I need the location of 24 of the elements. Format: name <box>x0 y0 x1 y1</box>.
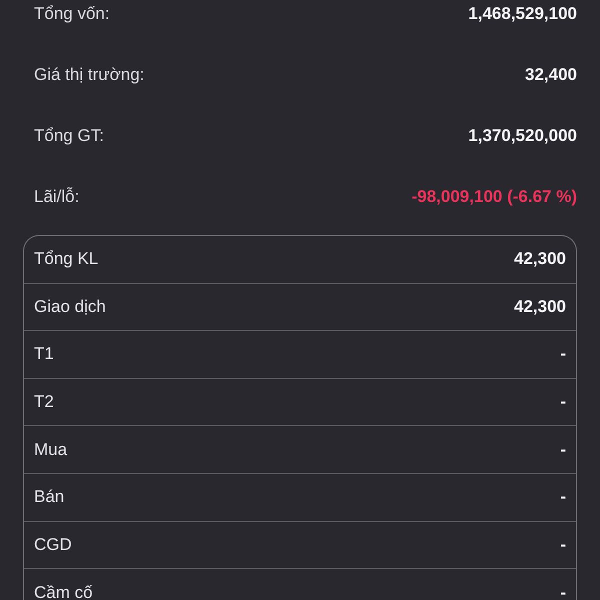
row-label: Giao dịch <box>34 296 106 318</box>
summary-value: 32,400 <box>525 64 577 86</box>
summary-label: Tổng vốn: <box>34 3 110 25</box>
row-label: T1 <box>34 343 54 366</box>
row-value: - <box>560 486 566 508</box>
row-label: CGD <box>34 534 72 556</box>
summary-label: Tổng GT: <box>34 125 104 147</box>
row-value: - <box>560 534 566 556</box>
row-value: - <box>560 438 566 461</box>
summary-value: 1,370,520,000 <box>468 125 577 147</box>
summary-value: 1,468,529,100 <box>468 3 577 25</box>
row-label: Bán <box>34 486 64 508</box>
row-value: - <box>560 391 566 414</box>
row-value: 42,300 <box>514 296 566 318</box>
row-label: T2 <box>34 391 54 414</box>
row-label: Mua <box>34 438 68 461</box>
row-label: Cầm cố <box>34 582 93 600</box>
row-value: 42,300 <box>514 248 566 270</box>
row-value: - <box>560 582 566 600</box>
row-value: - <box>560 343 566 366</box>
row-label: Tổng KL <box>34 248 98 270</box>
summary-label: Giá thị trường: <box>34 64 144 86</box>
summary-label: Lãi/lỗ: <box>34 186 80 208</box>
summary-value: -98,009,100 (-6.67 %) <box>412 186 577 208</box>
